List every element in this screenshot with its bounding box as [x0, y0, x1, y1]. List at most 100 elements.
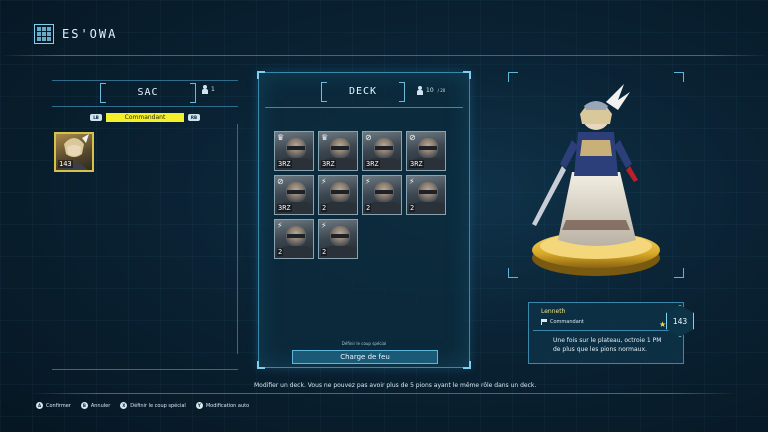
tab-sac[interactable]: SAC: [100, 83, 196, 103]
corner-decoration: [463, 361, 471, 369]
unit-cost: 2: [365, 204, 372, 212]
frame-corner: [674, 268, 684, 278]
unit-cost: 3RZ: [321, 160, 336, 168]
tab-deck-label: DECK: [348, 85, 378, 97]
unit-visor: [287, 146, 305, 150]
character-figure: [532, 84, 660, 276]
info-divider: [533, 330, 679, 331]
role-icon: ⚡: [365, 177, 371, 186]
rb-button[interactable]: RB: [188, 114, 200, 121]
deck-panel: DECK 10 / 20 ♛ 3RZ ♛ 3RZ ⊘ 3RZ ⊘ 3RZ ⊘ 3RZ ⚡ 2 ⚡ 2 ⚡ 2 ⚡…: [257, 71, 471, 369]
unit-cost: 3RZ: [409, 160, 424, 168]
unit-cost: 2: [321, 204, 328, 212]
corner-decoration: [257, 71, 265, 79]
a-button-icon: A: [36, 402, 43, 409]
unit-visor: [331, 190, 349, 194]
role-icon: ♛: [277, 133, 285, 142]
special-hint: Définir le coup spécial: [341, 341, 387, 346]
unit-body: [279, 246, 313, 258]
unit-visor: [287, 190, 305, 194]
character-description: Une fois sur le plateau, octroie 1 PM de…: [553, 337, 662, 353]
confirm-label: Confirmer: [46, 402, 71, 409]
deck-unit-card[interactable]: ⚡ 2: [318, 219, 358, 259]
unit-visor: [419, 190, 437, 194]
role-filter: LB Commandant RB: [90, 113, 200, 122]
page-title: ES'OWA: [62, 27, 118, 41]
controls-footer: A Confirmer B Annuler X Définir le coup …: [36, 402, 249, 409]
flag-icon: [541, 319, 547, 325]
b-button-icon: B: [80, 402, 88, 409]
deck-count: 10 / 20: [417, 86, 445, 95]
lb-button[interactable]: LB: [90, 114, 102, 121]
role-icon: ⊘: [365, 133, 372, 142]
tab-deck[interactable]: DECK: [321, 82, 405, 102]
frame-corner: [508, 72, 518, 82]
person-icon: [417, 86, 423, 95]
role-icon: ⚡: [321, 177, 327, 186]
commander-card[interactable]: 143: [54, 132, 94, 172]
character-role: Commandant: [541, 319, 584, 325]
header: ES'OWA: [34, 22, 117, 46]
sac-bottom-divider: [52, 369, 238, 370]
deck-unit-card[interactable]: ⊘ 3RZ: [406, 131, 446, 171]
cancel-label: Annuler: [90, 402, 111, 409]
filter-label[interactable]: Commandant: [106, 113, 184, 122]
header-divider: [0, 55, 768, 56]
role-icon: ♛: [321, 133, 329, 142]
role-icon: ⚡: [277, 221, 283, 230]
frame-corner: [508, 268, 518, 278]
unit-visor: [287, 234, 305, 238]
character-name: Lenneth: [541, 308, 566, 315]
deck-unit-card[interactable]: ⚡ 2: [318, 175, 358, 215]
deck-count-current: 10: [426, 87, 434, 94]
deck-unit-card[interactable]: ⊘ 3RZ: [362, 131, 402, 171]
sac-divider: [52, 106, 238, 107]
deck-divider: [265, 107, 463, 108]
deck-count-max: / 20: [437, 88, 446, 93]
deck-unit-card[interactable]: ⚡ 2: [406, 175, 446, 215]
person-icon: [202, 85, 208, 94]
sac-count-value: 1: [211, 86, 215, 93]
x-button-icon: X: [120, 402, 128, 409]
special-control[interactable]: X Définir le coup spécial: [120, 402, 186, 409]
corner-decoration: [257, 361, 265, 369]
role-icon: ⊘: [277, 177, 284, 186]
deck-rule-hint: Modifier un deck. Vous ne pouvez pas avo…: [254, 382, 537, 389]
unit-visor: [331, 146, 349, 150]
deck-unit-card[interactable]: ⊘ 3RZ: [274, 175, 314, 215]
deck-unit-card[interactable]: ♛ 3RZ: [274, 131, 314, 171]
special-move-button[interactable]: Charge de feu: [292, 350, 438, 364]
unit-body: [367, 202, 401, 214]
unit-cost: 2: [277, 248, 284, 256]
deck-unit-card[interactable]: ⚡ 2: [362, 175, 402, 215]
corner-decoration: [463, 71, 471, 79]
unit-cost: 3RZ: [365, 160, 380, 168]
footer-divider: [30, 393, 738, 394]
unit-visor: [375, 146, 393, 150]
deck-grid: ♛ 3RZ ♛ 3RZ ⊘ 3RZ ⊘ 3RZ ⊘ 3RZ ⚡ 2 ⚡ 2 ⚡ 2 ⚡ 2 ⚡ 2: [274, 131, 446, 259]
deck-unit-card[interactable]: ⚡ 2: [274, 219, 314, 259]
auto-label: Modification auto: [205, 402, 250, 409]
unit-body: [323, 246, 357, 258]
confirm-control[interactable]: A Confirmer: [36, 402, 71, 409]
sac-count: 1: [202, 85, 215, 94]
unit-cost: 2: [321, 248, 328, 256]
auto-control[interactable]: Y Modification auto: [195, 402, 250, 409]
star-icon: ★: [659, 320, 667, 329]
unit-visor: [419, 146, 437, 150]
special-label: Définir le coup spécial: [130, 402, 186, 409]
unit-visor: [375, 190, 393, 194]
unit-body: [323, 202, 357, 214]
unit-cost: 2: [409, 204, 416, 212]
unit-visor: [331, 234, 349, 238]
role-icon: ⊘: [409, 133, 416, 142]
y-button-icon: Y: [195, 402, 203, 409]
sac-top-divider: [52, 80, 238, 81]
frame-corner: [674, 72, 684, 82]
cancel-control[interactable]: B Annuler: [80, 402, 111, 409]
role-icon: ⚡: [409, 177, 415, 186]
commander-card-cost: 143: [58, 160, 73, 168]
deck-unit-card[interactable]: ♛ 3RZ: [318, 131, 358, 171]
character-info-card: Lenneth Commandant ★ 5 Une fois sur le p…: [528, 302, 684, 364]
character-role-label: Commandant: [550, 319, 584, 325]
